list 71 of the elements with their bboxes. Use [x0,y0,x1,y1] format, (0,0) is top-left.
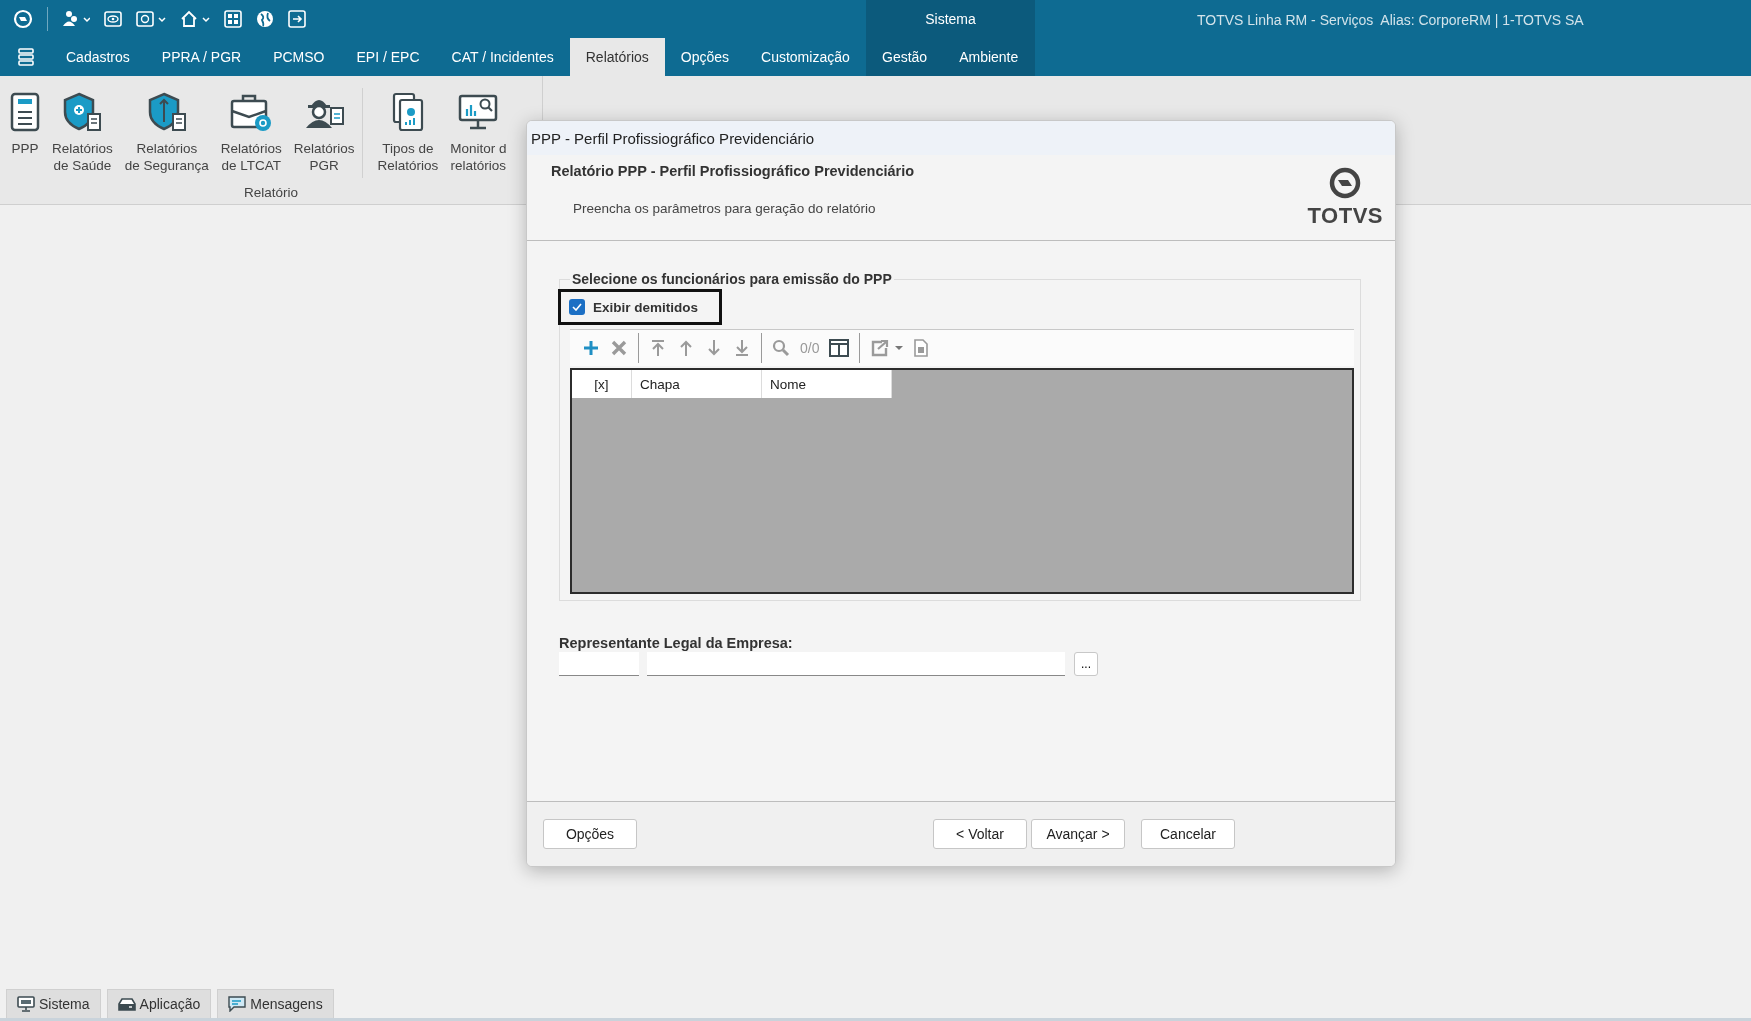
menu-icon[interactable] [18,48,34,66]
menu-tab[interactable]: PCMSO [257,38,341,76]
shield-document-icon [62,92,103,132]
ribbon-button[interactable]: Relatórios PGR [289,88,359,185]
field-label: Representante Legal da Empresa: [559,635,794,651]
drive-icon [117,996,136,1012]
grid-icon[interactable] [224,10,242,28]
column-header[interactable]: Nome [762,370,892,398]
ribbon-button[interactable]: PPP [6,88,44,185]
monitor-chart-icon [458,92,499,132]
briefcase-gear-icon [230,92,273,132]
globe-icon[interactable] [256,10,274,28]
delete-icon[interactable] [610,339,628,357]
checkbox-label: Exibir demitidos [593,299,699,315]
dialog-title: PPP - Perfil Profissiográfico Previdenciário [527,121,1395,155]
status-tab[interactable]: Mensagens [217,989,334,1018]
menu-tab[interactable]: Relatórios [569,38,665,76]
add-icon[interactable] [582,339,600,357]
users-icon[interactable] [62,10,90,28]
browse-button[interactable]: ... [1074,652,1098,676]
logo-icon [1329,167,1362,199]
search-icon[interactable] [772,339,790,357]
menu-tab[interactable]: Ambiente [943,38,1035,76]
export-icon[interactable] [870,339,905,357]
move-down-icon[interactable] [705,339,723,357]
ribbon-button[interactable]: Tipos de Relatórios [373,88,443,178]
menu-tab[interactable]: Customização [745,38,866,76]
shield-arrow-icon [146,92,187,132]
move-bottom-icon[interactable] [733,339,751,357]
ribbon-button[interactable]: Monitor d relatórios [446,88,511,178]
window-title: TOTVS Linha RM - Serviços Alias: CorporeRM | 1-TOTVS SA [1196,11,1585,30]
monitor-icon [17,996,35,1012]
chat-icon [228,996,247,1012]
menu-tab[interactable]: Gestão [866,38,944,76]
document-icon[interactable] [914,339,929,357]
home-icon[interactable] [180,10,210,28]
dialog-heading: Relatório PPP - Perfil Profissiográfico Previdenciário [551,163,915,179]
refresh-icon[interactable] [136,10,166,28]
column-header[interactable]: [x] [572,370,632,398]
check-icon [572,303,582,311]
nav-button[interactable]: < Voltar [933,819,1027,849]
document-icon [10,92,40,132]
ribbon-button[interactable]: Relatórios de Segurança [120,88,213,185]
documents-chart-icon [390,92,425,132]
columns-icon[interactable] [829,339,850,357]
column-header[interactable]: Chapa [632,370,762,398]
code-input-field[interactable] [559,652,639,676]
exit-icon[interactable] [288,10,306,28]
eye-icon[interactable] [104,10,122,28]
move-top-icon[interactable] [649,339,667,357]
status-tab[interactable]: Sistema [6,989,101,1018]
ribbon-group-label: Relatório [243,185,299,202]
menu-tab[interactable]: Opções [664,38,746,76]
name-input-field[interactable] [647,652,1065,676]
menu-tab[interactable]: PPRA / PGR [145,38,258,76]
menu-tab[interactable]: Cadastros [50,38,146,76]
cancel-button[interactable]: Cancelar [1141,819,1235,849]
record-counter: 0/0 [800,340,820,356]
ribbon-button[interactable]: Relatórios de LTCAT [216,88,286,185]
nav-button[interactable]: Avançar > [1031,819,1125,849]
logo-icon[interactable] [13,9,33,29]
logo-text: TOTVS [1307,203,1383,229]
context-label: Sistema [925,11,976,27]
menu-tab[interactable]: EPI / EPC [340,38,436,76]
group-legend: Selecione os funcionários para emissão do PPP [570,271,894,287]
dialog-subtitle: Preencha os parâmetros para geração do relatório [573,201,877,216]
checkbox[interactable] [569,299,585,315]
ribbon-button[interactable]: Relatórios de Saúde [48,88,117,185]
status-tab[interactable]: Aplicação [106,989,212,1018]
menu-tab[interactable]: CAT / Incidentes [435,38,570,76]
options-button[interactable]: Opções [543,819,637,849]
